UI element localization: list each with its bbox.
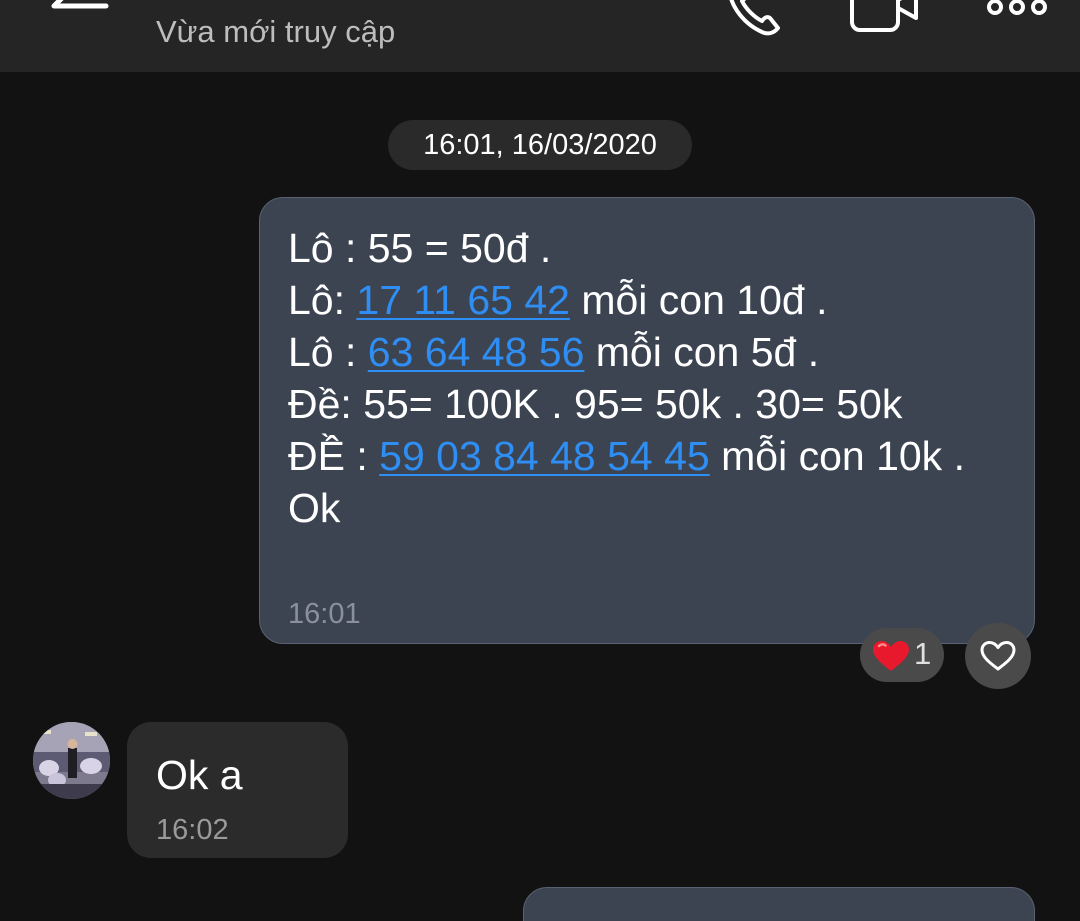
reaction-summary[interactable]: 1 [860,628,944,682]
message-text: Lô : [288,329,368,375]
message-text: Ok [288,485,341,531]
message-text: Lô: [288,277,357,323]
message-line: ĐỀ : 59 03 84 48 54 45 mỗi con 10k . [288,430,1006,482]
message-line: Lô: 17 11 65 42 mỗi con 10đ . [288,274,1006,326]
message-line: Lô : 63 64 48 56 mỗi con 5đ . [288,326,1006,378]
more-options-button[interactable] [984,0,1050,22]
message-text: mỗi con 10k . [709,433,965,479]
message-text: mỗi con 10đ . [569,277,828,323]
sent-message-bubble[interactable] [523,887,1035,921]
chat-header: Vừa mới truy cập [0,0,1080,72]
heart-outline-icon [980,641,1016,671]
message-line: Lô : 55 = 50đ . [288,222,1006,274]
online-status: Vừa mới truy cập [156,14,396,49]
message-text: ĐỀ : [288,433,380,479]
react-button[interactable] [965,623,1031,689]
video-call-icon [850,0,918,32]
back-button[interactable] [44,0,114,34]
received-message-bubble[interactable]: Ok a 16:02 [127,722,348,858]
date-separator: 16:01, 16/03/2020 [388,120,692,170]
sent-message-bubble[interactable]: Lô : 55 = 50đ . Lô: 17 11 65 42 mỗi con … [259,197,1035,644]
number-link[interactable]: 17 11 65 42 [356,277,570,323]
avatar-photo [33,722,110,799]
voice-call-button[interactable] [718,0,788,42]
message-text: Ok a [156,752,243,798]
chat-screen: Vừa mới truy cập 16:01, 16/03/2020 Lô : … [0,0,1080,921]
reaction-count: 1 [914,636,932,671]
message-text: Đề: 55= 100K . 95= 50k . 30= 50k [288,381,903,427]
back-arrow-icon [51,0,109,9]
avatar[interactable] [33,722,110,799]
more-options-icon [987,0,1047,15]
number-link[interactable]: 59 03 84 48 54 45 [379,433,710,479]
message-line: Ok [288,482,1006,534]
red-heart-icon [873,641,909,671]
message-text: Lô : 55 = 50đ . [288,225,552,271]
message-text: mỗi con 5đ . [584,329,820,375]
message-timestamp: 16:01 [288,598,361,630]
message-line: Đề: 55= 100K . 95= 50k . 30= 50k [288,378,1006,430]
video-call-button[interactable] [846,0,922,38]
number-link[interactable]: 63 64 48 56 [368,329,585,375]
message-timestamp: 16:02 [156,814,229,846]
phone-icon [729,0,780,36]
